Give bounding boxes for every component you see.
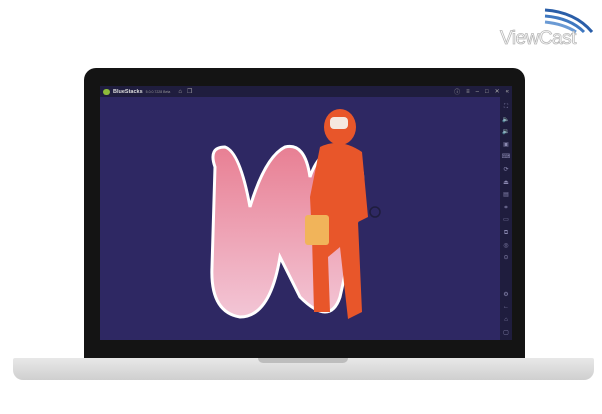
help-icon[interactable]: ⓘ — [454, 87, 460, 96]
media-icon[interactable]: ▣ — [503, 139, 509, 152]
screenshot-icon[interactable]: ▤ — [503, 189, 509, 202]
volume-up-icon[interactable]: 🔈 — [502, 114, 509, 127]
collapse-sidebar-icon[interactable]: « — [506, 89, 509, 95]
keyboard-icon[interactable]: ⌨ — [502, 151, 511, 164]
right-sidebar: ⛶ 🔈 🔉 ▣ ⌨ ⟳ ⏏ ▤ ⌗ ▭ ⧉ ◎ ⊙ ⚙ ← ⌂ ▢ — [500, 97, 512, 340]
settings-icon[interactable]: ⚙ — [503, 289, 508, 302]
app-name: BlueStacks — [113, 88, 143, 95]
menu-icon[interactable]: ≡ — [466, 89, 470, 95]
home-icon[interactable]: ⌂ — [504, 314, 508, 327]
folder-icon[interactable]: ▭ — [503, 214, 509, 227]
multi-instance-icon[interactable]: ❐ — [187, 88, 192, 95]
sync-icon[interactable]: ⊙ — [503, 252, 508, 265]
volume-down-icon[interactable]: 🔉 — [502, 126, 509, 139]
app-version: 5.0.0.7228 Beta — [145, 89, 171, 94]
viewcast-logo: ViewCast — [500, 4, 600, 50]
title-bar: BlueStacks 5.0.0.7228 Beta ⌂ ❐ ⓘ ≡ – □ ✕… — [100, 86, 512, 97]
close-icon[interactable]: ✕ — [495, 88, 500, 95]
app-content[interactable] — [100, 97, 500, 340]
fullscreen-icon[interactable]: ⛶ — [504, 101, 508, 114]
maximize-icon[interactable]: □ — [485, 89, 489, 95]
rotate-icon[interactable]: ⟳ — [503, 164, 508, 177]
bluestacks-logo-icon — [103, 88, 110, 95]
recent-apps-icon[interactable]: ▢ — [503, 327, 509, 340]
laptop-base — [13, 358, 594, 380]
eco-mode-icon[interactable]: ◎ — [503, 240, 508, 253]
back-icon[interactable]: ← — [503, 301, 509, 314]
multi-instance-icon[interactable]: ⧉ — [504, 227, 508, 240]
minimize-icon[interactable]: – — [476, 89, 479, 95]
splash-artwork — [210, 109, 381, 319]
laptop-notch — [258, 358, 348, 363]
install-apk-icon[interactable]: ⏏ — [503, 177, 509, 190]
home-icon[interactable]: ⌂ — [178, 89, 182, 95]
bluestacks-window: BlueStacks 5.0.0.7228 Beta ⌂ ❐ ⓘ ≡ – □ ✕… — [100, 86, 512, 340]
macro-icon[interactable]: ⌗ — [504, 202, 507, 215]
